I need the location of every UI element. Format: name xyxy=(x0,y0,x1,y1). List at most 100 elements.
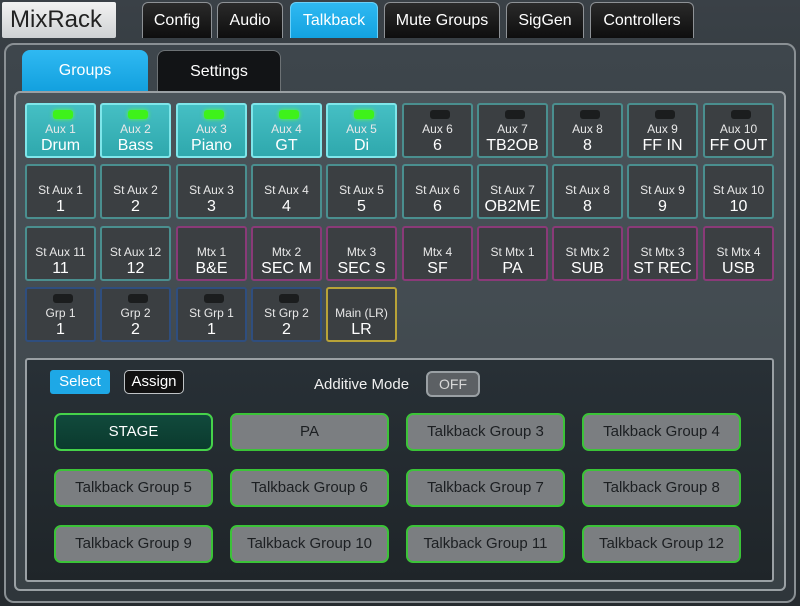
app-logo: MixRack xyxy=(2,2,116,38)
bus-name: ST REC xyxy=(633,260,692,277)
bus-name: GT xyxy=(275,137,298,154)
bus-button[interactable]: St Mtx 4 USB xyxy=(703,226,774,281)
bus-name: 6 xyxy=(433,198,442,215)
bus-label: St Aux 5 xyxy=(339,183,384,197)
bus-button[interactable]: Aux 1 Drum xyxy=(25,103,96,158)
bus-label: Aux 8 xyxy=(572,122,603,136)
tab-siggen[interactable]: SigGen xyxy=(506,2,584,38)
additive-mode-toggle[interactable]: OFF xyxy=(426,371,480,397)
bus-indicator-led xyxy=(655,110,675,119)
talkback-group-button[interactable]: Talkback Group 11 xyxy=(406,525,565,563)
bus-button[interactable]: St Mtx 1 PA xyxy=(477,226,548,281)
bus-name: 8 xyxy=(583,198,592,215)
bus-name: B&E xyxy=(195,260,228,277)
talkback-group-button[interactable]: Talkback Group 6 xyxy=(230,469,389,507)
bus-label: St Mtx 3 xyxy=(640,245,685,259)
bus-button[interactable]: St Aux 10 10 xyxy=(703,164,774,219)
select-mode-button[interactable]: Select xyxy=(50,370,110,394)
bus-name: 8 xyxy=(583,137,592,154)
bus-button[interactable]: Aux 7 TB2OB xyxy=(477,103,548,158)
bus-button[interactable]: Aux 88 xyxy=(552,103,623,158)
bus-button[interactable]: Mtx 3 SEC S xyxy=(326,226,397,281)
bus-label: Aux 2 xyxy=(120,122,151,136)
talkback-group-button[interactable]: PA xyxy=(230,413,389,451)
bus-indicator-led xyxy=(204,294,224,303)
bus-label: St Aux 3 xyxy=(189,183,234,197)
bus-button[interactable]: Grp 22 xyxy=(100,287,171,342)
talkback-group-button[interactable]: STAGE xyxy=(54,413,213,451)
bus-button[interactable]: St Aux 22 xyxy=(100,164,171,219)
bus-button[interactable]: St Aux 44 xyxy=(251,164,322,219)
bus-button[interactable]: Aux 4 GT xyxy=(251,103,322,158)
talkback-group-button[interactable]: Talkback Group 5 xyxy=(54,469,213,507)
bus-label: St Grp 2 xyxy=(264,306,309,320)
bus-name: Piano xyxy=(191,137,232,154)
bus-label: Grp 2 xyxy=(120,306,151,320)
talkback-group-button[interactable]: Talkback Group 3 xyxy=(406,413,565,451)
bus-name: Bass xyxy=(117,137,154,154)
bus-indicator-led xyxy=(580,110,600,119)
bus-button[interactable]: St Aux 11 xyxy=(25,164,96,219)
tab-mute-groups[interactable]: Mute Groups xyxy=(384,2,500,38)
bus-label: St Aux 4 xyxy=(264,183,309,197)
bus-name: 12 xyxy=(126,260,145,277)
bus-name: 4 xyxy=(282,198,291,215)
bus-button[interactable]: St Mtx 2 SUB xyxy=(552,226,623,281)
bus-name: SF xyxy=(427,260,448,277)
bus-button[interactable]: Mtx 4 SF xyxy=(402,226,473,281)
bus-label: Aux 1 xyxy=(45,122,76,136)
bus-button[interactable]: St Aux 7 OB2ME xyxy=(477,164,548,219)
talkback-group-button[interactable]: Talkback Group 9 xyxy=(54,525,213,563)
bus-label: St Aux 8 xyxy=(565,183,610,197)
bus-indicator-led xyxy=(505,110,525,119)
talkback-group-button[interactable]: Talkback Group 10 xyxy=(230,525,389,563)
bus-button[interactable]: Aux 9 FF IN xyxy=(627,103,698,158)
bus-button[interactable]: St Mtx 3 ST REC xyxy=(627,226,698,281)
bus-button[interactable]: Aux 10 FF OUT xyxy=(703,103,774,158)
subtab-settings[interactable]: Settings xyxy=(157,50,281,92)
bus-name: FF IN xyxy=(642,137,683,154)
bus-name: 11 xyxy=(52,260,69,277)
bus-name: FF OUT xyxy=(709,137,768,154)
bus-button[interactable]: Aux 2 Bass xyxy=(100,103,171,158)
bus-button[interactable]: St Grp 11 xyxy=(176,287,247,342)
bus-label: St Grp 1 xyxy=(189,306,234,320)
bus-button[interactable]: Aux 3 Piano xyxy=(176,103,247,158)
tab-controllers[interactable]: Controllers xyxy=(590,2,694,38)
bus-button[interactable]: Aux 66 xyxy=(402,103,473,158)
bus-button[interactable]: Grp 11 xyxy=(25,287,96,342)
tab-config[interactable]: Config xyxy=(142,2,212,38)
bus-name: LR xyxy=(351,321,372,338)
tab-audio[interactable]: Audio xyxy=(217,2,283,38)
bus-name: 5 xyxy=(357,198,366,215)
bus-button[interactable]: St Aux 55 xyxy=(326,164,397,219)
bus-indicator-led xyxy=(53,294,73,303)
bus-button[interactable]: Mtx 1 B&E xyxy=(176,226,247,281)
bus-indicator-led xyxy=(204,110,224,119)
bus-label: Aux 6 xyxy=(422,122,453,136)
bus-button[interactable]: St Aux 99 xyxy=(627,164,698,219)
talkback-group-button[interactable]: Talkback Group 8 xyxy=(582,469,741,507)
bus-label: St Aux 10 xyxy=(712,183,765,197)
bus-button[interactable]: St Aux 88 xyxy=(552,164,623,219)
bus-name: 2 xyxy=(131,198,140,215)
tab-talkback[interactable]: Talkback xyxy=(290,2,378,38)
bus-name: 1 xyxy=(56,198,65,215)
bus-button[interactable]: Aux 5 Di xyxy=(326,103,397,158)
bus-button[interactable]: St Aux 33 xyxy=(176,164,247,219)
bus-label: Aux 4 xyxy=(271,122,302,136)
additive-mode-label: Additive Mode xyxy=(314,376,410,393)
bus-button[interactable]: St Aux 66 xyxy=(402,164,473,219)
talkback-group-button[interactable]: Talkback Group 12 xyxy=(582,525,741,563)
talkback-group-button[interactable]: Talkback Group 7 xyxy=(406,469,565,507)
bus-indicator-led xyxy=(279,110,299,119)
bus-button[interactable]: Main (LR) LR xyxy=(326,287,397,342)
bus-button[interactable]: St Grp 22 xyxy=(251,287,322,342)
bus-button[interactable]: Mtx 2 SEC M xyxy=(251,226,322,281)
bus-button[interactable]: St Aux 11 11 xyxy=(25,226,96,281)
talkback-group-button[interactable]: Talkback Group 4 xyxy=(582,413,741,451)
assign-mode-button[interactable]: Assign xyxy=(124,370,184,394)
subtab-groups[interactable]: Groups xyxy=(22,50,148,92)
bus-indicator-led xyxy=(731,110,751,119)
bus-button[interactable]: St Aux 12 12 xyxy=(100,226,171,281)
